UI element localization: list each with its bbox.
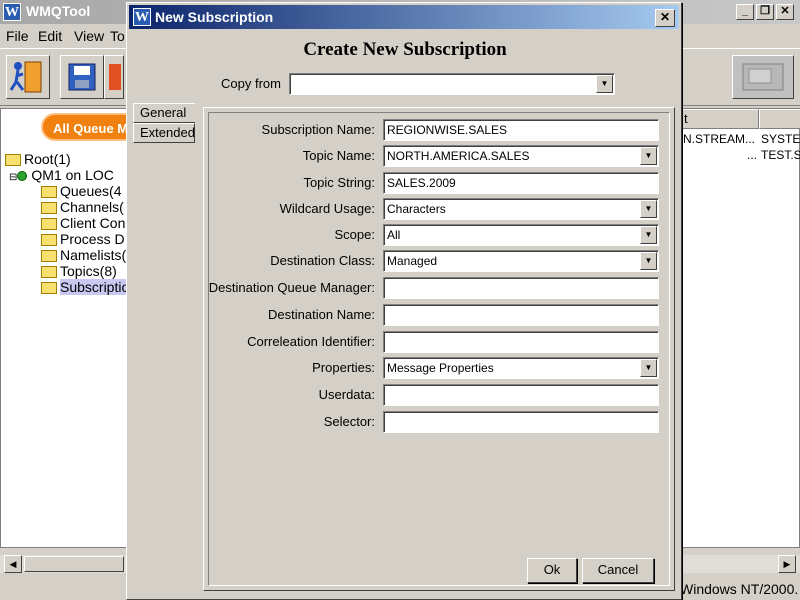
tree-panel: All Queue M Root(1) ⊟ QM1 on LOC Queues(4… (0, 108, 141, 548)
tab-general[interactable]: General (133, 103, 195, 123)
folder-icon (41, 186, 57, 199)
wmq-app-icon: W (3, 3, 21, 21)
topic-name-label: Topic Name: (302, 148, 375, 163)
new-subscription-dialog: W New Subscription ✕ Create New Subscrip… (126, 2, 682, 600)
ok-button[interactable]: Ok (527, 558, 577, 583)
column-header[interactable] (759, 109, 800, 129)
chevron-down-icon[interactable]: ▼ (596, 75, 613, 93)
queue-manager-icon (17, 171, 28, 182)
tree-item-selected[interactable]: Subscriptio (41, 279, 130, 295)
destination-name-field[interactable] (383, 304, 659, 326)
expand-icon[interactable]: ⊟ (9, 172, 17, 183)
tree-item[interactable]: Queues(4 (41, 183, 121, 199)
dialog-titlebar[interactable]: W New Subscription ✕ (129, 5, 679, 29)
chevron-down-icon[interactable]: ▼ (640, 359, 657, 377)
folder-icon (41, 250, 57, 263)
scroll-thumb[interactable] (24, 556, 124, 572)
scroll-left-icon[interactable]: ◀ (4, 555, 22, 573)
properties-value: Message Properties (387, 361, 494, 375)
properties-select[interactable]: Message Properties ▼ (383, 357, 659, 379)
tree-item[interactable]: Client Con (41, 215, 125, 231)
minimize-button[interactable]: _ (736, 4, 754, 20)
tree-item[interactable]: ⊟ QM1 on LOC (9, 167, 114, 183)
subscription-table: t N.STREAM... SYSTE ... TEST.S (680, 108, 800, 548)
scope-select[interactable]: All ▼ (383, 224, 659, 246)
scope-value: All (387, 228, 401, 242)
properties-label: Properties: (312, 360, 375, 375)
destination-class-value: Managed (387, 254, 438, 268)
folder-icon (41, 234, 57, 247)
tree-item[interactable]: Process D (41, 231, 125, 247)
folder-icon (41, 218, 57, 231)
menu-file[interactable]: File (6, 28, 29, 44)
menu-view[interactable]: View (74, 28, 104, 44)
server-icon[interactable] (732, 55, 794, 99)
destination-class-select[interactable]: Managed ▼ (383, 250, 659, 272)
topic-name-select[interactable]: NORTH.AMERICA.SALES ▼ (383, 145, 659, 167)
dialog-title: New Subscription (155, 9, 274, 25)
close-button[interactable]: ✕ (776, 4, 794, 20)
close-icon[interactable]: ✕ (655, 9, 675, 27)
wmq-app-icon: W (133, 8, 151, 26)
chevron-down-icon[interactable]: ▼ (640, 200, 657, 218)
table-cell[interactable]: ... (683, 147, 757, 163)
toolbar-icon[interactable] (104, 55, 124, 99)
destination-name-label: Destination Name: (268, 307, 375, 322)
column-header[interactable]: t (681, 109, 759, 129)
wildcard-usage-label: Wildcard Usage: (279, 201, 375, 216)
userdata-label: Userdata: (318, 387, 375, 402)
topic-name-value: NORTH.AMERICA.SALES (387, 149, 530, 163)
copy-from-select[interactable]: ▼ (289, 73, 615, 95)
menu-edit[interactable]: Edit (38, 28, 62, 44)
folder-icon (41, 266, 57, 279)
tree-item[interactable]: Namelists( (41, 247, 126, 263)
tab-extended[interactable]: Extended (133, 123, 195, 143)
destination-queue-manager-field[interactable] (383, 277, 659, 299)
scroll-right-icon[interactable]: ▶ (778, 555, 796, 573)
maximize-button[interactable]: ❐ (756, 4, 774, 20)
menu-tools[interactable]: To (110, 28, 125, 44)
save-icon[interactable] (60, 55, 104, 99)
chevron-down-icon[interactable]: ▼ (640, 147, 657, 165)
folder-icon (41, 202, 57, 215)
table-cell[interactable]: SYSTE (761, 131, 800, 147)
table-cell[interactable]: TEST.S (761, 147, 800, 163)
folder-icon (41, 282, 57, 295)
chevron-down-icon[interactable]: ▼ (640, 226, 657, 244)
status-text: Windows NT/2000. (680, 581, 799, 597)
cancel-button[interactable]: Cancel (582, 558, 654, 583)
page-title: Create New Subscription (303, 39, 507, 60)
topic-string-label: Topic String: (303, 175, 375, 190)
userdata-field[interactable] (383, 384, 659, 406)
subscription-name-field[interactable]: REGIONWISE.SALES (383, 119, 659, 141)
wildcard-usage-select[interactable]: Characters ▼ (383, 198, 659, 220)
exit-icon[interactable] (6, 55, 50, 99)
scope-label: Scope: (334, 227, 375, 242)
destination-queue-manager-label: Destination Queue Manager: (208, 280, 375, 295)
copy-from-label: Copy from (221, 76, 281, 91)
topic-string-field[interactable]: SALES.2009 (383, 172, 659, 194)
table-cell[interactable]: N.STREAM... (683, 131, 759, 147)
selector-label: Selector: (323, 414, 375, 429)
destination-class-label: Destination Class: (270, 253, 375, 268)
main-window-title: WMQTool (26, 3, 91, 19)
tree-item[interactable]: Channels( (41, 199, 124, 215)
subscription-name-label: Subscription Name: (261, 122, 375, 137)
tree-item[interactable]: Root(1) (5, 151, 71, 167)
chevron-down-icon[interactable]: ▼ (640, 252, 657, 270)
correlation-identifier-label: Correleation Identifier: (247, 334, 375, 349)
folder-icon (5, 154, 21, 167)
wildcard-usage-value: Characters (387, 202, 446, 216)
tree-item[interactable]: Topics(8) (41, 263, 117, 279)
correlation-identifier-field[interactable] (383, 331, 659, 353)
selector-field[interactable] (383, 411, 659, 433)
